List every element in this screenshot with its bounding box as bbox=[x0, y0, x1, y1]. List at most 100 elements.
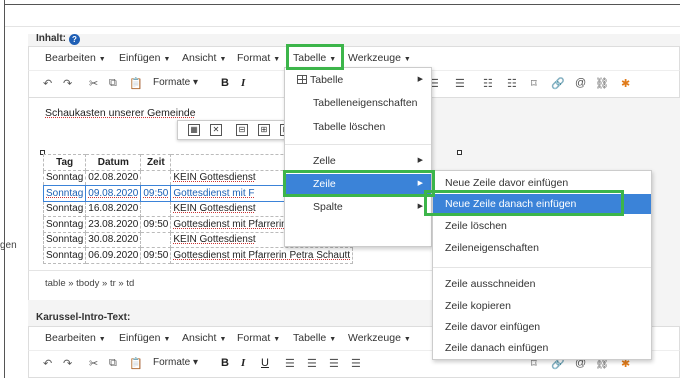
redo-icon[interactable]: ↷ bbox=[63, 77, 72, 90]
menu-tabelle[interactable]: Tabelle ▼ bbox=[293, 52, 336, 64]
caret-down-icon: ▼ bbox=[403, 56, 411, 63]
paste-icon[interactable]: 📋 bbox=[129, 357, 143, 370]
italic-icon[interactable]: I bbox=[241, 77, 245, 89]
cell[interactable]: Sonntag bbox=[42, 185, 87, 202]
submenu-cut-row[interactable]: Zeile ausschneiden bbox=[433, 274, 651, 294]
insert-row-before-icon[interactable]: ⊟ bbox=[236, 124, 248, 136]
element-path: table » tbody » tr » td bbox=[28, 270, 432, 300]
menu-einfuegen[interactable]: Einfügen ▼ bbox=[119, 332, 170, 344]
table-row[interactable]: Sonntag 06.09.2020 09:50 Gottesdienst mi… bbox=[42, 247, 354, 264]
copy-icon[interactable]: ⧉ bbox=[109, 77, 117, 90]
cell[interactable]: Sonntag bbox=[42, 200, 87, 217]
menu-bearbeiten[interactable]: Bearbeiten ▼ bbox=[45, 52, 106, 64]
submenu-insert-row-after[interactable]: Neue Zeile danach einfügen bbox=[433, 194, 651, 214]
bold-icon[interactable]: B bbox=[221, 357, 229, 369]
undo-icon[interactable]: ↶ bbox=[43, 357, 52, 370]
left-border bbox=[4, 0, 5, 378]
submenu-paste-row-after[interactable]: Zeile danach einfügen bbox=[433, 338, 651, 358]
side-text: gen bbox=[0, 240, 17, 251]
email-icon[interactable]: @ bbox=[575, 77, 586, 89]
row-submenu: Neue Zeile davor einfügen Neue Zeile dan… bbox=[432, 170, 652, 360]
cell[interactable]: 09:50 bbox=[140, 247, 172, 264]
menu-format[interactable]: Format ▼ bbox=[237, 332, 280, 344]
editor-heading: Schaukasten unserer Gemeinde bbox=[45, 107, 196, 119]
submenu-row-properties[interactable]: Zeileneigenschaften bbox=[433, 238, 651, 258]
align-center-icon[interactable]: ☰ bbox=[307, 357, 317, 370]
menu-item-spalte[interactable]: Spalte ▶ bbox=[285, 197, 431, 217]
menu-werkzeuge[interactable]: Werkzeuge ▼ bbox=[348, 332, 411, 344]
submenu-insert-row-before[interactable]: Neue Zeile davor einfügen bbox=[433, 173, 651, 193]
previous-field-bottom bbox=[5, 5, 680, 27]
table-props-icon[interactable]: ▦ bbox=[188, 124, 200, 136]
paste-icon[interactable]: 📋 bbox=[129, 77, 143, 90]
submenu-paste-row-before[interactable]: Zeile davor einfügen bbox=[433, 317, 651, 337]
justify-icon[interactable]: ☰ bbox=[351, 357, 361, 370]
underline-icon[interactable]: U bbox=[261, 357, 269, 369]
section-label-inhalt: Inhalt:? bbox=[36, 33, 80, 45]
align-right-icon[interactable]: ☰ bbox=[329, 357, 339, 370]
menu-tabelle[interactable]: Tabelle ▼ bbox=[293, 332, 336, 344]
section-label-karussel: Karussel-Intro-Text: bbox=[36, 312, 131, 323]
chevron-right-icon: ▶ bbox=[417, 76, 423, 83]
cell[interactable]: 06.09.2020 bbox=[85, 247, 142, 264]
help-icon[interactable]: ? bbox=[69, 34, 80, 45]
undo-icon[interactable]: ↶ bbox=[43, 77, 52, 90]
menu-separator bbox=[285, 144, 431, 145]
plugin-icon[interactable]: ✱ bbox=[621, 77, 630, 90]
bullet-list-icon[interactable]: ☷ bbox=[483, 77, 493, 90]
menu-item-tabelleneigenschaften[interactable]: Tabelleneigenschaften bbox=[285, 93, 431, 113]
link-icon[interactable]: 🔗 bbox=[551, 77, 565, 90]
cell[interactable]: 02.08.2020 bbox=[85, 169, 142, 186]
cut-icon[interactable]: ✂ bbox=[89, 357, 98, 370]
menu-ansicht[interactable]: Ansicht ▼ bbox=[182, 332, 226, 344]
menu-format[interactable]: Format ▼ bbox=[237, 52, 280, 64]
cell[interactable]: 16.08.2020 bbox=[85, 200, 142, 217]
table-icon bbox=[297, 75, 307, 84]
unlink-icon[interactable]: ⛓ bbox=[595, 77, 609, 90]
bookmark-icon[interactable]: ⌑ bbox=[531, 77, 537, 90]
insert-row-after-icon[interactable]: ⊞ bbox=[258, 124, 270, 136]
bold-icon[interactable]: B bbox=[221, 77, 229, 89]
col-tag: Tag bbox=[42, 154, 87, 171]
caret-down-icon: ▼ bbox=[98, 336, 106, 343]
formats-dropdown[interactable]: Formate ▾ bbox=[153, 77, 198, 88]
formats-dropdown[interactable]: Formate ▾ bbox=[153, 357, 198, 368]
chevron-right-icon: ▶ bbox=[417, 157, 423, 164]
cell[interactable]: Gottesdienst mit Pfarrerin Petra Schautt bbox=[170, 247, 354, 264]
chevron-right-icon: ▶ bbox=[417, 180, 423, 187]
menu-item-zelle[interactable]: Zelle ▶ bbox=[285, 151, 431, 171]
cut-icon[interactable]: ✂ bbox=[89, 77, 98, 90]
menu-ansicht[interactable]: Ansicht ▼ bbox=[182, 52, 226, 64]
cell[interactable]: 30.08.2020 bbox=[85, 231, 142, 248]
justify-icon[interactable]: ☰ bbox=[455, 77, 465, 90]
cell[interactable] bbox=[140, 169, 172, 186]
cell[interactable]: Sonntag bbox=[42, 216, 87, 233]
cell[interactable]: 09:50 bbox=[140, 216, 172, 233]
cell[interactable] bbox=[140, 231, 172, 248]
cell[interactable]: 09:50 bbox=[140, 185, 172, 202]
menu-item-zeile[interactable]: Zeile ▶ bbox=[285, 174, 431, 194]
menu-item-tabelle[interactable]: Tabelle ▶ bbox=[285, 70, 431, 90]
cell[interactable]: 09.08.2020 bbox=[85, 185, 142, 202]
cell[interactable]: Sonntag bbox=[42, 231, 87, 248]
cell[interactable]: 23.08.2020 bbox=[85, 216, 142, 233]
menu-einfuegen[interactable]: Einfügen ▼ bbox=[119, 52, 170, 64]
copy-icon[interactable]: ⧉ bbox=[109, 357, 117, 370]
delete-table-icon[interactable]: ✕ bbox=[210, 124, 222, 136]
menu-bearbeiten[interactable]: Bearbeiten ▼ bbox=[45, 332, 106, 344]
numbered-list-icon[interactable]: ☷ bbox=[507, 77, 517, 90]
caret-down-icon: ▼ bbox=[219, 336, 227, 343]
col-zeit: Zeit bbox=[140, 154, 172, 171]
menu-item-tabelle-loeschen[interactable]: Tabelle löschen bbox=[285, 117, 431, 137]
redo-icon[interactable]: ↷ bbox=[63, 357, 72, 370]
submenu-delete-row[interactable]: Zeile löschen bbox=[433, 216, 651, 236]
resize-handle-icon[interactable] bbox=[457, 150, 462, 155]
cell[interactable]: Sonntag bbox=[42, 247, 87, 264]
align-left-icon[interactable]: ☰ bbox=[285, 357, 295, 370]
italic-icon[interactable]: I bbox=[241, 357, 245, 369]
submenu-copy-row[interactable]: Zeile kopieren bbox=[433, 296, 651, 316]
cell[interactable] bbox=[140, 200, 172, 217]
cell[interactable]: Sonntag bbox=[42, 169, 87, 186]
menu-werkzeuge[interactable]: Werkzeuge ▼ bbox=[348, 52, 411, 64]
caret-down-icon: ▼ bbox=[163, 336, 171, 343]
